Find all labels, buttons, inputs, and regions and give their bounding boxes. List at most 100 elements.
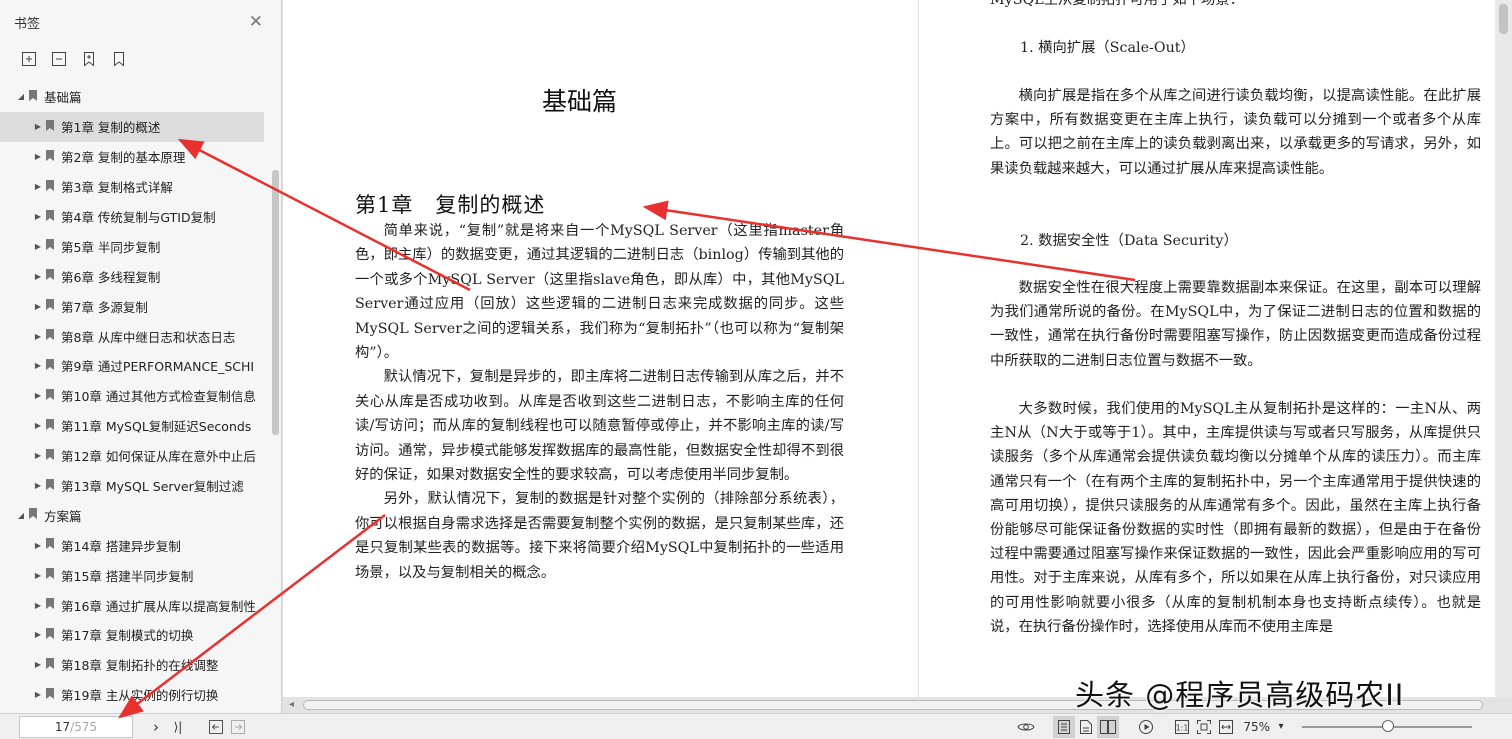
caret-down-icon[interactable]: ◢ bbox=[16, 511, 26, 520]
two-page-icon[interactable] bbox=[1097, 715, 1120, 738]
caret-right-icon[interactable]: ▶ bbox=[33, 481, 43, 490]
svg-text:1:1: 1:1 bbox=[1176, 723, 1189, 732]
bookmark-toolbar bbox=[0, 44, 281, 74]
bookmark-label: 第17章 复制模式的切换 bbox=[61, 628, 194, 644]
single-page-icon[interactable] bbox=[1053, 715, 1076, 738]
bookmark-icon bbox=[45, 627, 55, 643]
caret-right-icon[interactable]: ▶ bbox=[33, 690, 43, 699]
scroll-left-icon[interactable]: ◂ bbox=[289, 699, 294, 710]
document-page-left: 基础篇 第1章 复制的概述 简单来说，“复制”就是将来自一个MySQL Serv… bbox=[283, 0, 918, 697]
bookmark-item[interactable]: ▶ 第13章 MySQL Server复制过滤 bbox=[0, 471, 272, 501]
bookmark-item[interactable]: ▶ 第16章 通过扩展从库以提高复制性 bbox=[0, 590, 272, 620]
bookmark-label: 第18章 复制拓扑的在线调整 bbox=[61, 658, 219, 674]
expand-bookmark-icon[interactable] bbox=[20, 50, 38, 68]
bookmark-item[interactable]: ▶ 第1章 复制的概述 bbox=[0, 111, 264, 142]
paragraph: 数据安全性在很大程度上需要靠数据副本来保证。在这里，副本可以理解为我们通常所说的… bbox=[990, 280, 1481, 369]
bookmark-item[interactable]: ▶ 第9章 通过PERFORMANCE_SCHI bbox=[0, 351, 272, 381]
paragraph-top: MySQL主从复制拓扑可用于如下场景： bbox=[990, 0, 1244, 8]
bookmark-icon bbox=[45, 209, 55, 225]
zoom-slider-knob[interactable] bbox=[1381, 719, 1394, 732]
section-heading: 1. 横向扩展（Scale-Out） bbox=[1020, 40, 1195, 56]
play-icon[interactable] bbox=[1135, 716, 1157, 738]
eye-icon[interactable] bbox=[1015, 716, 1037, 738]
caret-right-icon[interactable]: ▶ bbox=[33, 332, 43, 341]
caret-right-icon[interactable]: ▶ bbox=[33, 630, 43, 639]
next-page-icon[interactable]: › bbox=[145, 716, 167, 738]
caret-right-icon[interactable]: ▶ bbox=[33, 242, 43, 251]
bookmark-item[interactable]: ▶ 第8章 从库中继日志和状态日志 bbox=[0, 321, 272, 351]
bookmark-icon bbox=[28, 89, 38, 105]
caret-right-icon[interactable]: ▶ bbox=[33, 451, 43, 460]
caret-right-icon[interactable]: ▶ bbox=[33, 212, 43, 221]
caret-right-icon[interactable]: ▶ bbox=[33, 571, 43, 580]
bookmark-panel-header: 书签 ✕ bbox=[0, 0, 281, 44]
bookmark-label: 第19章 主从实例的例行切换 bbox=[61, 688, 219, 704]
bookmark-label: 第3章 复制格式详解 bbox=[61, 180, 173, 196]
actual-size-icon[interactable]: 1:1 bbox=[1171, 716, 1193, 738]
caret-right-icon[interactable]: ▶ bbox=[33, 272, 43, 281]
bookmark-icon bbox=[45, 418, 55, 434]
bookmark-icon[interactable] bbox=[110, 50, 128, 68]
bookmark-part[interactable]: ◢ 基础篇 bbox=[0, 82, 272, 112]
add-bookmark-icon[interactable] bbox=[80, 50, 98, 68]
bookmark-icon bbox=[45, 298, 55, 314]
bookmark-scrollbar[interactable] bbox=[272, 170, 279, 435]
bookmark-label: 基础篇 bbox=[44, 90, 82, 106]
bookmark-label: 第11章 MySQL复制延迟Seconds bbox=[61, 419, 252, 435]
section-heading: 2. 数据安全性（Data Security） bbox=[1020, 233, 1238, 249]
bookmark-panel: 书签 ✕ ◢ 基础篇 ▶ 第1章 复制的概述 ▶ 第2章 复制的基本原理 ▶ 第3章 复制格式… bbox=[0, 0, 282, 713]
caret-right-icon[interactable]: ▶ bbox=[33, 601, 43, 610]
zoom-level[interactable]: 75% bbox=[1243, 720, 1270, 734]
last-page-icon[interactable]: ⟩| bbox=[167, 716, 189, 738]
bookmark-label: 第14章 搭建异步复制 bbox=[61, 538, 181, 554]
bookmark-label: 第1章 复制的概述 bbox=[61, 120, 161, 136]
bookmark-item[interactable]: ▶ 第18章 复制拓扑的在线调整 bbox=[0, 650, 272, 680]
collapse-bookmark-icon[interactable] bbox=[50, 50, 68, 68]
caret-right-icon[interactable]: ▶ bbox=[33, 541, 43, 550]
zoom-dropdown-icon[interactable]: ▾ bbox=[1270, 716, 1292, 738]
page-number-input[interactable]: 17/575 bbox=[19, 715, 133, 738]
forward-icon[interactable] bbox=[227, 716, 249, 738]
bookmark-label: 第9章 通过PERFORMANCE_SCHI bbox=[61, 359, 255, 375]
caret-right-icon[interactable]: ▶ bbox=[33, 361, 43, 370]
fit-width-icon[interactable] bbox=[1215, 716, 1237, 738]
bookmark-item[interactable]: ▶ 第6章 多线程复制 bbox=[0, 261, 272, 291]
bookmark-item[interactable]: ▶ 第3章 复制格式详解 bbox=[0, 172, 272, 202]
bookmark-icon bbox=[45, 149, 55, 165]
part-title: 基础篇 bbox=[541, 87, 617, 116]
bookmark-icon bbox=[45, 597, 55, 613]
close-icon[interactable]: ✕ bbox=[249, 12, 263, 32]
bookmark-panel-title: 书签 bbox=[14, 16, 41, 32]
caret-right-icon[interactable]: ▶ bbox=[33, 421, 43, 430]
bookmark-label: 第13章 MySQL Server复制过滤 bbox=[61, 479, 244, 495]
document-icon[interactable] bbox=[1075, 716, 1097, 738]
zoom-slider[interactable] bbox=[1302, 719, 1472, 732]
bookmark-item[interactable]: ▶ 第12章 如何保证从库在意外中止后 bbox=[0, 441, 272, 471]
bookmark-item[interactable]: ▶ 第19章 主从实例的例行切换 bbox=[0, 680, 272, 710]
caret-right-icon[interactable]: ▶ bbox=[33, 182, 43, 191]
bookmark-item[interactable]: ▶ 第17章 复制模式的切换 bbox=[0, 620, 272, 650]
caret-down-icon[interactable]: ◢ bbox=[16, 92, 26, 101]
fit-page-icon[interactable] bbox=[1193, 716, 1215, 738]
bookmark-item[interactable]: ▶ 第15章 搭建半同步复制 bbox=[0, 560, 272, 590]
caret-right-icon[interactable]: ▶ bbox=[33, 391, 43, 400]
bookmark-label: 第4章 传统复制与GTID复制 bbox=[61, 210, 216, 225]
caret-right-icon[interactable]: ▶ bbox=[33, 660, 43, 669]
current-page: 17 bbox=[54, 719, 71, 734]
vertical-scroll-thumb[interactable] bbox=[1499, 4, 1508, 34]
bookmark-item[interactable]: ▶ 第2章 复制的基本原理 bbox=[0, 142, 272, 172]
caret-right-icon[interactable]: ▶ bbox=[33, 302, 43, 311]
caret-right-icon[interactable]: ▶ bbox=[33, 152, 43, 161]
bookmark-icon bbox=[45, 358, 55, 374]
bookmark-part[interactable]: ◢ 方案篇 bbox=[0, 500, 272, 530]
bookmark-item[interactable]: ▶ 第7章 多源复制 bbox=[0, 291, 272, 321]
vertical-scrollbar[interactable] bbox=[1495, 0, 1512, 697]
bookmark-item[interactable]: ▶ 第11章 MySQL复制延迟Seconds bbox=[0, 411, 272, 441]
bookmark-item[interactable]: ▶ 第10章 通过其他方式检查复制信息 bbox=[0, 381, 272, 411]
bookmark-item[interactable]: ▶ 第5章 半同步复制 bbox=[0, 231, 272, 261]
bookmark-item[interactable]: ▶ 第4章 传统复制与GTID复制 bbox=[0, 202, 272, 232]
caret-right-icon[interactable]: ▶ bbox=[33, 122, 43, 131]
back-icon[interactable] bbox=[205, 716, 227, 738]
bookmark-icon bbox=[45, 268, 55, 284]
bookmark-item[interactable]: ▶ 第14章 搭建异步复制 bbox=[0, 530, 272, 560]
